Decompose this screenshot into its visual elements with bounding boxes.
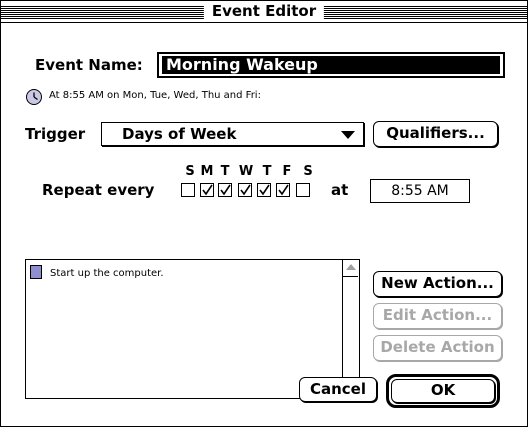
cancel-button[interactable]: Cancel — [299, 377, 377, 402]
day-checkbox-sun[interactable] — [181, 183, 195, 197]
list-item[interactable]: Start up the computer. — [30, 265, 164, 280]
title-bar[interactable]: Event Editor — [1, 1, 527, 23]
day-letter-sun: S — [185, 164, 195, 179]
event-name-value: Morning Wakeup — [162, 56, 500, 74]
edit-action-button[interactable]: Edit Action... — [373, 303, 502, 329]
day-checkbox-thu[interactable] — [257, 183, 271, 197]
day-checkbox-wed[interactable] — [238, 183, 252, 197]
action-item-label: Start up the computer. — [50, 268, 164, 279]
trigger-popup[interactable]: Days of Week — [101, 122, 364, 146]
trigger-selected-value: Days of Week — [122, 125, 237, 143]
event-editor-window: Event Editor Event Name: Morning Wakeup … — [0, 0, 528, 427]
at-label: at — [331, 181, 349, 199]
new-action-button[interactable]: New Action... — [373, 271, 502, 297]
qualifiers-button[interactable]: Qualifiers... — [373, 121, 498, 147]
day-letter-thu: T — [262, 164, 272, 179]
day-letter-tue: T — [220, 164, 230, 179]
ok-button[interactable]: OK — [391, 379, 495, 403]
event-name-label: Event Name: — [35, 56, 143, 74]
scroll-up-button[interactable] — [343, 260, 358, 277]
arrow-up-icon — [346, 264, 356, 270]
chevron-down-icon — [341, 131, 355, 139]
time-field[interactable]: 8:55 AM — [370, 179, 470, 203]
day-checkbox-mon[interactable] — [200, 183, 214, 197]
day-checkbox-fri[interactable] — [276, 183, 290, 197]
day-letter-mon: M — [200, 164, 214, 179]
repeat-label: Repeat every — [42, 181, 155, 199]
day-letter-wed: W — [238, 164, 254, 179]
day-letter-fri: F — [282, 164, 292, 179]
window-title: Event Editor — [203, 2, 325, 21]
day-checkbox-tue[interactable] — [218, 183, 232, 197]
day-letter-sat: S — [303, 164, 313, 179]
clock-icon — [26, 89, 42, 105]
trigger-label: Trigger — [25, 125, 86, 143]
event-name-field[interactable]: Morning Wakeup — [157, 52, 505, 78]
document-icon — [30, 265, 42, 279]
day-checkbox-sat[interactable] — [296, 183, 310, 197]
delete-action-button[interactable]: Delete Action — [373, 335, 502, 361]
schedule-summary: At 8:55 AM on Mon, Tue, Wed, Thu and Fri… — [49, 90, 261, 101]
